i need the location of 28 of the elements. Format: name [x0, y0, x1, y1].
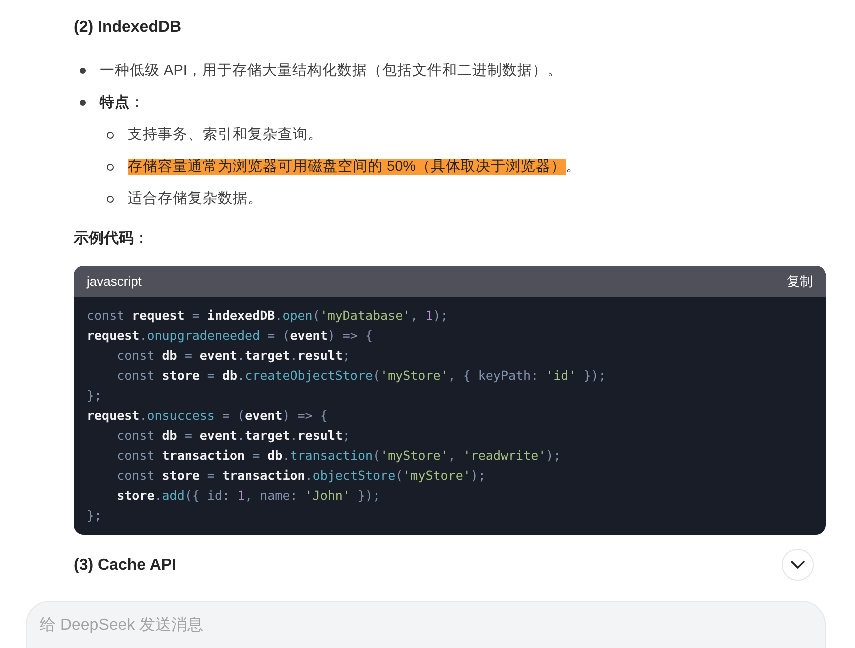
- code-line: request.onsuccess = (event) => {: [87, 407, 328, 425]
- code-line: const db = event.target.result;: [116, 427, 350, 445]
- code-line: const db = event.target.result;: [116, 347, 350, 365]
- list-item-text: 特点：: [100, 94, 145, 113]
- message-input[interactable]: 给 DeepSeek 发送消息: [40, 614, 640, 638]
- list-item-text: 适合存储复杂数据。: [128, 190, 263, 209]
- code-line: const transaction = db.transaction('myStore', 'readwrite');: [116, 447, 562, 465]
- code-line: const store = db.createObjectStore('myStore', { keyPath: 'id' });: [116, 367, 606, 385]
- copy-button[interactable]: 复制: [787, 272, 813, 292]
- code-line: const store = transaction.objectStore('myStore');: [116, 467, 486, 485]
- code-line: const request = indexedDB.open('myDatabase', 1);: [87, 307, 448, 325]
- code-line: };: [87, 387, 102, 405]
- example-label: 示例代码：: [74, 229, 150, 249]
- bullet-icon: [80, 100, 86, 106]
- code-line: store.add({ id: 1, name: 'John' });: [116, 487, 381, 505]
- code-line: };: [87, 507, 102, 525]
- list-item-text: 一种低级 API，用于存储大量结构化数据（包括文件和二进制数据）。: [100, 62, 562, 81]
- bullet-icon: [107, 196, 114, 202]
- code-line: request.onupgradeneeded = (event) => {: [87, 327, 374, 345]
- scroll-down-button[interactable]: [782, 549, 814, 581]
- chevron-down-icon: [791, 560, 805, 570]
- language-label: javascript: [87, 272, 142, 291]
- bullet-icon: [107, 164, 114, 170]
- list-item-text: 支持事务、索引和复杂查询。: [128, 126, 323, 145]
- bullet-icon: [107, 132, 114, 138]
- section-heading: (3) Cache API: [74, 556, 177, 576]
- bullet-icon: [80, 68, 86, 74]
- section-heading: (2) IndexedDB: [74, 18, 182, 38]
